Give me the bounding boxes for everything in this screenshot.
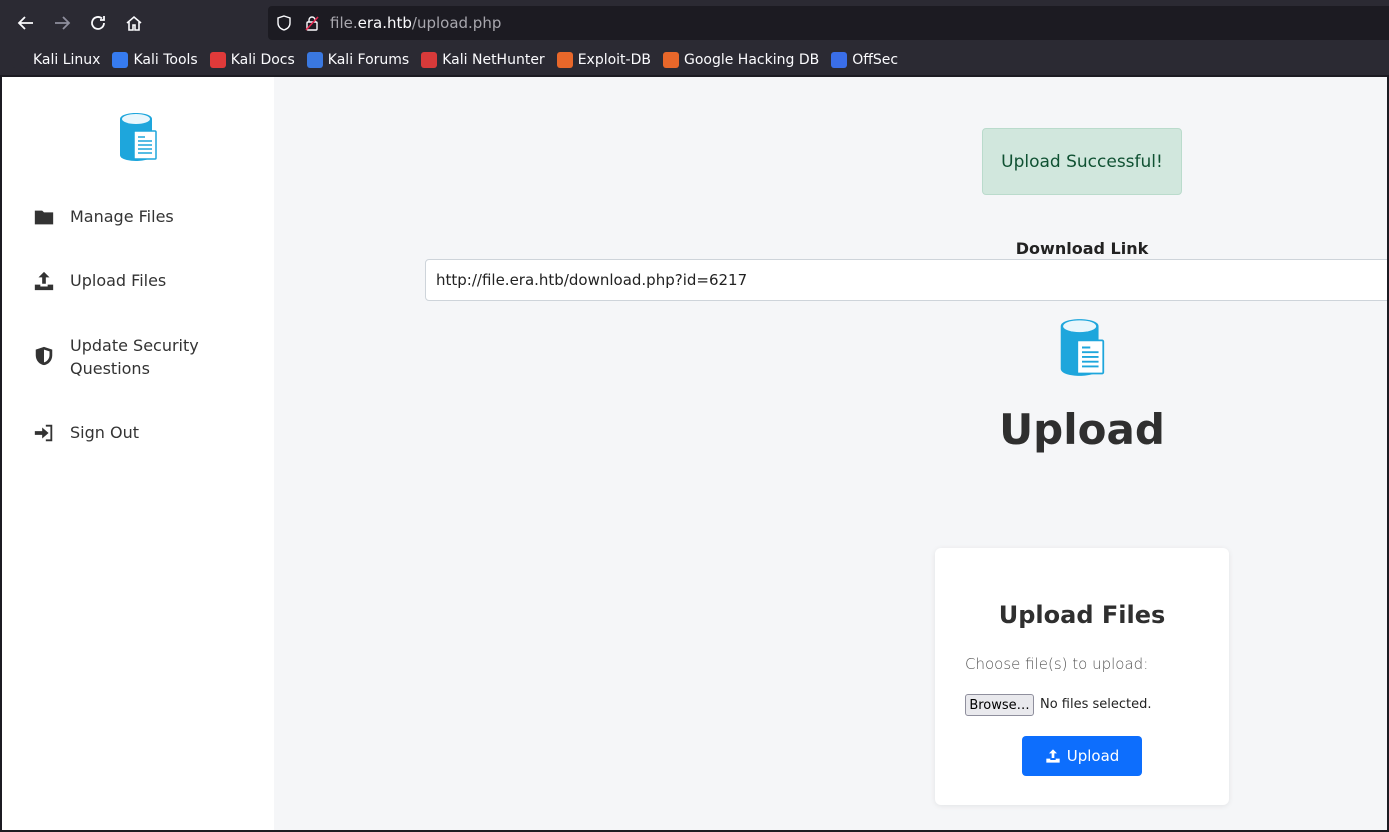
arrow-left-icon — [17, 15, 33, 30]
bookmark-kali-tools[interactable]: Kali Tools — [112, 52, 198, 68]
upload-card: Upload Files Choose file(s) to upload: B… — [935, 548, 1229, 805]
insecure-lock-icon[interactable] — [304, 15, 320, 31]
browse-button[interactable]: Browse… — [965, 694, 1034, 716]
arrow-right-icon — [55, 15, 71, 30]
bookmark-offsec[interactable]: OffSec — [831, 52, 898, 68]
browser-toolbar: file.era.htb/upload.php — [0, 0, 1389, 45]
url-prefix: file. — [330, 14, 358, 32]
no-files-selected-text: No files selected. — [1040, 697, 1152, 712]
sidebar-item-label: Upload Files — [70, 271, 167, 290]
exploit-db-icon — [556, 52, 573, 68]
bookmark-google-hacking-db[interactable]: Google Hacking DB — [662, 52, 820, 68]
upload-button-label: Upload — [1066, 747, 1120, 765]
shield-icon — [32, 344, 56, 368]
sidebar-item-manage-files[interactable]: Manage Files — [32, 205, 174, 229]
file-database-logo-icon — [120, 113, 157, 161]
card-heading: Upload Files — [998, 601, 1166, 629]
bookmarks-bar: Kali Linux Kali Tools Kali Docs Kali Forums… — [0, 45, 1389, 75]
kali-nethunter-icon — [421, 52, 438, 68]
download-link-label: Download Link — [1015, 239, 1149, 258]
kali-docs-icon — [209, 52, 226, 68]
main-content: Upload Successful! Download Link Upload … — [274, 77, 1387, 830]
page-title: Upload — [999, 405, 1165, 454]
page: Manage Files Upload Files Update Securit… — [2, 77, 1387, 830]
bookmark-label: Kali Tools — [133, 52, 198, 68]
url-path: /upload.php — [411, 14, 502, 32]
forward-button[interactable] — [44, 5, 80, 41]
back-button[interactable] — [8, 5, 44, 41]
reload-icon — [91, 15, 105, 30]
sidebar-item-label: Update Security Questions — [70, 336, 199, 378]
sidebar-item-sign-out[interactable]: Sign Out — [32, 421, 139, 445]
offsec-icon — [831, 52, 848, 68]
upload-button[interactable]: Upload — [1022, 736, 1142, 776]
url-bar[interactable]: file.era.htb/upload.php — [268, 6, 1389, 40]
folder-icon — [32, 205, 56, 229]
kali-forums-icon — [306, 52, 323, 68]
sidebar-item-label: Sign Out — [70, 423, 139, 442]
bookmark-exploit-db[interactable]: Exploit-DB — [556, 52, 651, 68]
upload-icon — [1046, 749, 1060, 763]
home-button[interactable] — [116, 5, 152, 41]
bookmark-kali-forums[interactable]: Kali Forums — [306, 52, 410, 68]
kali-tools-icon — [112, 52, 129, 68]
bookmark-label: Kali NetHunter — [442, 52, 545, 68]
bookmark-label: Kali Docs — [230, 52, 295, 68]
success-alert: Upload Successful! — [982, 128, 1182, 195]
bookmark-label: Kali Forums — [327, 52, 410, 68]
upload-icon — [32, 269, 56, 293]
bookmark-label: Kali Linux — [33, 52, 101, 68]
choose-files-label: Choose file(s) to upload: — [965, 655, 1149, 673]
sidebar-item-label: Manage Files — [70, 207, 174, 226]
url-text[interactable]: file.era.htb/upload.php — [330, 14, 501, 32]
sidebar: Manage Files Upload Files Update Securit… — [2, 77, 274, 830]
sign-out-icon — [32, 421, 56, 445]
url-host: era.htb — [357, 14, 412, 32]
bookmark-label: OffSec — [852, 52, 899, 68]
reload-button[interactable] — [80, 5, 116, 41]
sidebar-item-update-security-questions[interactable]: Update Security Questions — [32, 334, 220, 380]
kali-dragon-icon — [12, 52, 28, 68]
home-icon — [126, 15, 142, 31]
bookmark-label: Exploit-DB — [577, 52, 651, 68]
shield-tracking-icon[interactable] — [276, 15, 292, 31]
bookmark-kali-docs[interactable]: Kali Docs — [209, 52, 295, 68]
bookmark-label: Google Hacking DB — [683, 52, 820, 68]
ghdb-icon — [662, 52, 679, 68]
download-link-field[interactable] — [425, 259, 1387, 301]
sidebar-item-upload-files[interactable]: Upload Files — [32, 269, 166, 293]
file-database-logo-icon — [1060, 319, 1105, 376]
bookmark-kali-linux[interactable]: Kali Linux — [12, 52, 100, 68]
bookmark-kali-nethunter[interactable]: Kali NetHunter — [421, 52, 545, 68]
